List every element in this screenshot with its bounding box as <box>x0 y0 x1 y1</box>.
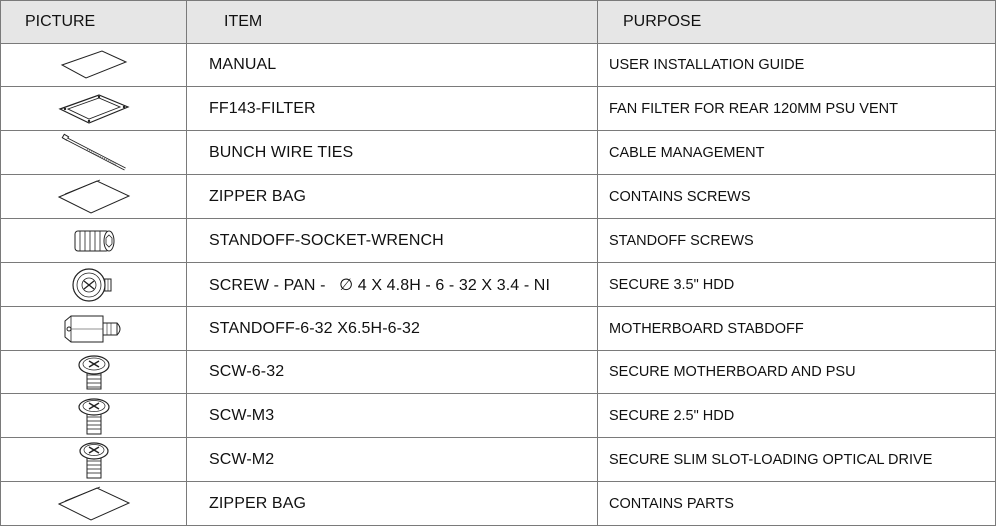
picture-cell <box>0 350 187 394</box>
item-purpose: SECURE 2.5" HDD <box>597 393 996 438</box>
diameter-symbol: ∅ <box>339 274 354 294</box>
item-name: ZIPPER BAG <box>186 481 598 526</box>
item-purpose: CABLE MANAGEMENT <box>597 130 996 175</box>
table-row: STANDOFF-SOCKET-WRENCH STANDOFF SCREWS <box>0 218 996 263</box>
item-name-part: 4 X 4.8H - 6 - 32 X 3.4 - NI <box>357 276 551 294</box>
screw-6-32-icon <box>77 355 110 390</box>
table-row: SCREW - PAN - ∅ 4 X 4.8H - 6 - 32 X 3.4 … <box>0 262 996 307</box>
item-name: BUNCH WIRE TIES <box>186 130 598 175</box>
table-row: ZIPPER BAG CONTAINS PARTS <box>0 481 996 526</box>
picture-cell <box>0 306 187 351</box>
header-item: ITEM <box>186 0 598 44</box>
table-row: SCW-6-32 SECURE MOTHERBOARD AND PSU <box>0 350 996 394</box>
item-name: STANDOFF-SOCKET-WRENCH <box>186 218 598 263</box>
screw-m2-icon <box>78 441 109 478</box>
picture-cell <box>0 174 187 219</box>
item-name: ZIPPER BAG <box>186 174 598 219</box>
item-name: STANDOFF-6-32 X6.5H-6-32 <box>186 306 598 351</box>
item-purpose: FAN FILTER FOR REAR 120MM PSU VENT <box>597 86 996 131</box>
item-name: SCW-M2 <box>186 437 598 482</box>
picture-cell <box>0 130 187 175</box>
fan-filter-icon <box>57 93 130 124</box>
item-purpose: STANDOFF SCREWS <box>597 218 996 263</box>
wire-tie-icon <box>61 133 126 170</box>
picture-cell <box>0 481 187 526</box>
item-name: SCW-6-32 <box>186 350 598 394</box>
picture-cell <box>0 86 187 131</box>
zipper-bag-icon <box>57 486 130 521</box>
parts-table: PICTURE ITEM PURPOSE MANUAL USER INSTALL… <box>0 0 996 526</box>
header-row: PICTURE ITEM PURPOSE <box>0 0 996 44</box>
table-row: BUNCH WIRE TIES CABLE MANAGEMENT <box>0 130 996 175</box>
item-purpose: CONTAINS PARTS <box>597 481 996 526</box>
table-row: FF143-FILTER FAN FILTER FOR REAR 120MM P… <box>0 86 996 131</box>
header-purpose: PURPOSE <box>597 0 996 44</box>
item-purpose: SECURE SLIM SLOT-LOADING OPTICAL DRIVE <box>597 437 996 482</box>
item-name: FF143-FILTER <box>186 86 598 131</box>
table-row: STANDOFF-6-32 X6.5H-6-32 MOTHERBOARD STA… <box>0 306 996 351</box>
item-purpose: SECURE 3.5" HDD <box>597 262 996 307</box>
header-picture: PICTURE <box>0 0 187 44</box>
table-row: SCW-M3 SECURE 2.5" HDD <box>0 393 996 438</box>
socket-wrench-icon <box>74 230 114 251</box>
picture-cell <box>0 437 187 482</box>
picture-cell <box>0 393 187 438</box>
item-purpose: MOTHERBOARD STABDOFF <box>597 306 996 351</box>
picture-cell <box>0 43 187 87</box>
table-row: MANUAL USER INSTALLATION GUIDE <box>0 43 996 87</box>
item-name-part: SCREW - PAN - <box>209 276 326 294</box>
picture-cell <box>0 262 187 307</box>
screw-m3-icon <box>77 397 110 434</box>
zipper-bag-icon <box>57 179 130 214</box>
thumb-screw-icon <box>71 267 111 302</box>
item-purpose: SECURE MOTHERBOARD AND PSU <box>597 350 996 394</box>
table-row: SCW-M2 SECURE SLIM SLOT-LOADING OPTICAL … <box>0 437 996 482</box>
item-name: MANUAL <box>186 43 598 87</box>
item-purpose: USER INSTALLATION GUIDE <box>597 43 996 87</box>
item-name: SCW-M3 <box>186 393 598 438</box>
item-name: SCREW - PAN - ∅ 4 X 4.8H - 6 - 32 X 3.4 … <box>186 262 598 307</box>
picture-cell <box>0 218 187 263</box>
item-purpose: CONTAINS SCREWS <box>597 174 996 219</box>
standoff-icon <box>64 315 120 342</box>
table-row: ZIPPER BAG CONTAINS SCREWS <box>0 174 996 219</box>
manual-icon <box>60 50 127 79</box>
